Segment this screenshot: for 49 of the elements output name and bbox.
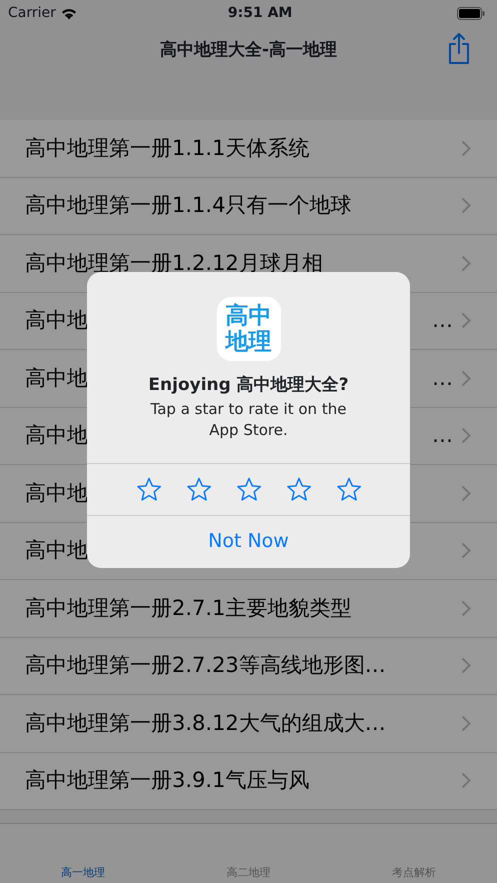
chevron-icon (461, 600, 471, 617)
list-row[interactable]: 高中地理第一册1.1.1天体系统 (0, 120, 497, 178)
row-title: 高中地 (25, 480, 88, 506)
carrier-label: Carrier (8, 4, 56, 22)
row-ellipsis: … (432, 422, 453, 449)
star-icon[interactable] (336, 476, 362, 502)
chevron-icon (461, 312, 471, 330)
list-row[interactable]: 高中地理第一册2.7.23等高线地形图… (0, 638, 497, 695)
row-title: 高中地理第一册1.1.1天体系统 (25, 134, 310, 162)
chevron-icon (461, 197, 471, 214)
row-title: 高中地 (25, 364, 88, 392)
status-time: 9:51 AM (228, 4, 292, 22)
nav-title: 高中地理大全-高一地理 (160, 39, 338, 62)
list-row[interactable]: 高中地理第一册3.8.12大气的组成大… (0, 695, 497, 752)
list-row[interactable]: 高中地理第一册1.1.4只有一个地球 (0, 178, 497, 235)
alert-title: Enjoying 高中地理大全? (147, 374, 350, 397)
list-row[interactable]: 高中地理第一册2.7.1主要地貌类型 (0, 580, 497, 638)
chevron-icon (461, 772, 471, 790)
row-title: 高中地理第一册2.7.23等高线地形图… (25, 652, 386, 679)
row-ellipsis: … (432, 364, 453, 392)
row-title: 高中地理第一册3.8.12大气的组成大… (25, 710, 386, 736)
tab-item[interactable]: 高一地理 (60, 864, 105, 883)
star-icon[interactable] (236, 476, 262, 502)
wifi-icon (60, 6, 78, 20)
row-ellipsis: … (432, 307, 453, 334)
app-icon: 高中 地理 (216, 297, 280, 361)
chevron-icon (461, 427, 471, 444)
row-title: 高中地理第一册1.2.12月球月相 (25, 250, 323, 276)
alert-message: Tap a star to rate it on the App Store. (150, 398, 348, 440)
chevron-icon (461, 657, 471, 674)
star-icon[interactable] (186, 476, 212, 502)
battery-icon (457, 6, 485, 20)
chevron-icon (461, 714, 471, 732)
chevron-icon (461, 370, 471, 387)
chevron-icon (461, 140, 471, 157)
star-icon[interactable] (136, 476, 162, 502)
chevron-icon (461, 542, 471, 560)
chevron-icon (461, 254, 471, 272)
star-rating[interactable] (87, 462, 410, 516)
row-title: 高中地理第一册3.9.1气压与风 (25, 767, 310, 794)
chevron-icon (461, 484, 471, 502)
row-title: 高中地 (25, 422, 88, 449)
row-title: 高中地理第一册1.1.4只有一个地球 (25, 192, 352, 219)
list-row[interactable]: 高中地理第一册3.9.1气压与风 (0, 752, 497, 810)
share-icon[interactable] (447, 32, 471, 64)
star-icon[interactable] (286, 476, 312, 502)
row-title: 高中地 (25, 307, 88, 334)
row-title: 高中地 (25, 537, 88, 564)
row-title: 高中地理第一册2.7.1主要地貌类型 (25, 594, 352, 622)
